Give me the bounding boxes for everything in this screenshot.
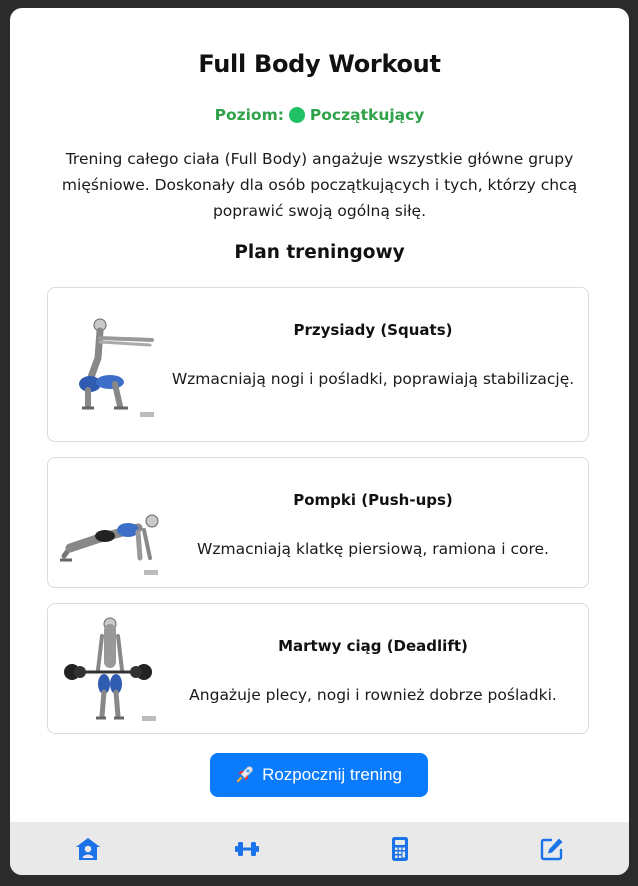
start-workout-button[interactable]: Rozpocznij trening bbox=[210, 753, 428, 797]
level-dot-icon bbox=[288, 107, 305, 123]
plan-title: Plan treningowy bbox=[234, 242, 405, 263]
rocket-icon bbox=[236, 766, 253, 783]
edit-icon[interactable] bbox=[539, 836, 565, 862]
start-button-label: Rozpocznij trening bbox=[262, 765, 402, 784]
exercise-card-pushups[interactable]: Pompki (Push-ups) Wzmacniają klatkę pier… bbox=[47, 457, 589, 588]
deadlift-illustration bbox=[64, 617, 156, 721]
exercise-description: Wzmacniają klatkę piersiową, ramiona i c… bbox=[197, 540, 549, 558]
dumbbell-icon[interactable] bbox=[234, 836, 260, 862]
exercise-name: Przysiady (Squats) bbox=[293, 321, 453, 339]
bottom-navigation bbox=[10, 822, 629, 875]
squat-illustration bbox=[79, 318, 154, 417]
page-title: Full Body Workout bbox=[198, 50, 441, 78]
level-label: Poziom: bbox=[214, 106, 284, 124]
exercise-name: Martwy ciąg (Deadlift) bbox=[278, 637, 468, 655]
exercise-description: Angażuje plecy, nogi i rownież dobrze po… bbox=[189, 686, 557, 704]
exercise-description: Wzmacniają nogi i pośladki, poprawiają s… bbox=[171, 370, 575, 388]
workout-description: Trening całego ciała (Full Body) angażuj… bbox=[61, 150, 578, 220]
calculator-icon[interactable] bbox=[387, 836, 413, 862]
exercise-card-deadlift[interactable]: Martwy ciąg (Deadlift) Angażuje plecy, n… bbox=[47, 603, 589, 734]
pushup-illustration bbox=[60, 514, 159, 575]
home-user-icon[interactable] bbox=[75, 836, 101, 862]
level-value: Początkujący bbox=[309, 106, 425, 124]
app-screen: Full Body Workout Poziom: Początkujący Tr… bbox=[10, 8, 629, 875]
exercise-name: Pompki (Push-ups) bbox=[293, 491, 453, 509]
main-content: Full Body Workout Poziom: Początkujący Tr… bbox=[10, 8, 629, 822]
exercise-card-squats[interactable]: Przysiady (Squats) Wzmacniają nogi i poś… bbox=[47, 287, 589, 442]
level-indicator: Poziom: Początkujący bbox=[10, 106, 629, 124]
